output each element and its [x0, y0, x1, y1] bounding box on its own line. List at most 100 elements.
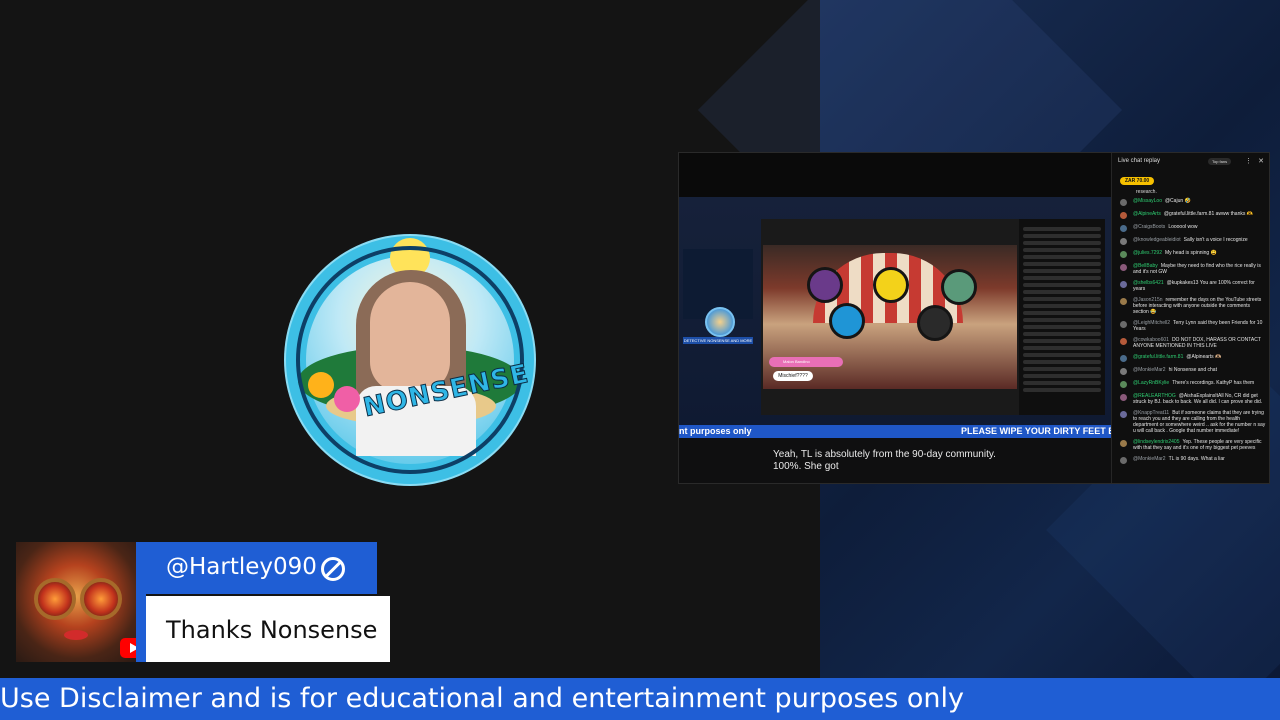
chat-message-body: @REALEARTHOG @AishaExplainsItAll No, CR d… — [1133, 393, 1266, 405]
guest-avatar — [829, 303, 865, 339]
chat-message: @knowledgeableidiot Sally isn't a voice I… — [1120, 237, 1266, 245]
chat-avatar[interactable] — [1120, 411, 1127, 418]
chat-message-body: @grateful.little.farm.81 @Alpinearts 🫶🏼 — [1133, 354, 1221, 360]
comment-message: Thanks Nonsense — [166, 616, 378, 644]
chat-avatar[interactable] — [1120, 457, 1127, 464]
detective-avatar — [705, 307, 735, 337]
chat-text: Sally isn't a voice I recognize — [1183, 237, 1248, 243]
chat-message: @REALEARTHOG @AishaExplainsItAll No, CR d… — [1120, 393, 1266, 405]
guest-avatar — [873, 267, 909, 303]
detective-label: DETECTIVE NONSENSE AND MORE — [683, 337, 753, 344]
speaker-text-bubble: Mischief???? — [773, 371, 813, 381]
chat-author[interactable]: @CraigsBoots — [1133, 224, 1165, 230]
chat-title[interactable]: Live chat replay — [1118, 158, 1208, 164]
chat-message: @AlpineArts @grateful.little.farm.81 awww… — [1120, 211, 1266, 219]
logo-ring — [296, 246, 524, 474]
ban-icon — [321, 557, 345, 581]
chat-message-body: @julies.7292 My head is spinning 😩 — [1133, 250, 1217, 256]
chat-message-body: @knowledgeableidiot Sally isn't a voice I… — [1133, 237, 1248, 243]
chat-message: @LazyRnBKylie There's recordings. KathyP … — [1120, 380, 1266, 388]
video-top-bar — [679, 153, 1111, 197]
chat-message: @MonkieMar2 hi Nonsense and chat — [1120, 367, 1266, 375]
chat-message: @shelbs6421 @kupkakes13 You are 100% corr… — [1120, 280, 1266, 292]
chat-avatar[interactable] — [1120, 238, 1127, 245]
comment-message-box: Thanks Nonsense — [146, 596, 390, 662]
inner-stream: Malon Bandino Mischief???? — [761, 219, 1105, 415]
chat-avatar[interactable] — [1120, 251, 1127, 258]
chat-author[interactable]: @MissayLoo — [1133, 198, 1162, 204]
chat-avatar[interactable] — [1120, 355, 1127, 362]
chat-message: @CraigsBoots Loooool wow — [1120, 224, 1266, 232]
chat-text: My head is spinning 😩 — [1164, 250, 1217, 256]
chat-text: There's recordings. KathyP has them — [1172, 380, 1255, 386]
chat-avatar[interactable] — [1120, 368, 1127, 375]
chat-avatar[interactable] — [1120, 225, 1127, 232]
more-icon[interactable]: ⋮ — [1245, 157, 1252, 165]
chat-message-body: @KnappTreat11 But if someone claims that … — [1133, 410, 1266, 434]
chat-message: @grateful.little.farm.81 @Alpinearts 🫶🏼 — [1120, 354, 1266, 362]
super-chat-badge[interactable]: ZAR 70.00 — [1120, 177, 1155, 185]
chat-message-body: @MonkieMar2 TL is 90 days. What a liar — [1133, 456, 1225, 462]
chat-avatar[interactable] — [1120, 212, 1127, 219]
chat-author[interactable]: @knowledgeableidiot — [1133, 237, 1181, 243]
chat-author[interactable]: @grateful.little.farm.81 — [1133, 354, 1183, 360]
goggle-left — [34, 578, 76, 620]
chat-text: @grateful.little.farm.81 awww thanks 🫶 — [1163, 211, 1253, 217]
chat-message-list: @MissayLoo @Cajun 🤣 @AlpineArts @grateful.l… — [1112, 198, 1269, 464]
chat-avatar[interactable] — [1120, 199, 1127, 206]
chat-message-body: @LazyRnBKylie There's recordings. KathyP … — [1133, 380, 1254, 386]
chat-author[interactable]: @julies.7292 — [1133, 250, 1162, 256]
chat-author[interactable]: @MonkieMar2 — [1133, 456, 1166, 462]
chat-author[interactable]: @MonkieMar2 — [1133, 367, 1166, 373]
chat-author[interactable]: @AlpineArts — [1133, 211, 1161, 217]
chat-message: @MonkieMar2 TL is 90 days. What a liar — [1120, 456, 1266, 464]
chat-message-body: @cowkaboo601 DO NOT DOX, HARASS OR CONTAC… — [1133, 337, 1266, 349]
video-caption: Yeah, TL is absolutely from the 90-day c… — [773, 449, 996, 472]
video-ticker-right: PLEASE WIPE YOUR DIRTY FEET BE — [961, 426, 1111, 436]
close-icon[interactable]: ✕ — [1258, 157, 1264, 165]
commenter-handle: @Hartley090 — [166, 554, 317, 580]
commenter-handle-box: @Hartley090 — [136, 542, 377, 594]
chat-text: Loooool wow — [1168, 224, 1198, 230]
chat-text: TL is 90 days. What a liar — [1168, 456, 1225, 462]
chat-message-body: @Jason215n remember the days on the YouTu… — [1133, 297, 1266, 315]
bottom-ticker: Use Disclaimer and is for educational an… — [0, 678, 1280, 720]
chat-message-fragment: research. — [1136, 189, 1157, 195]
chat-message-body: @AlpineArts @grateful.little.farm.81 awww… — [1133, 211, 1253, 217]
chat-message-body: @MissayLoo @Cajun 🤣 — [1133, 198, 1191, 204]
chat-message-body: @shelbs6421 @kupkakes13 You are 100% corr… — [1133, 280, 1266, 292]
channel-logo: NONSENSE — [286, 236, 534, 484]
inner-chat-panel — [1019, 219, 1105, 415]
chat-text: @Alpinearts 🫶🏼 — [1186, 354, 1222, 360]
commenter-avatar — [16, 542, 136, 662]
chat-avatar[interactable] — [1120, 440, 1127, 447]
youtube-icon — [120, 638, 136, 658]
chat-avatar[interactable] — [1120, 338, 1127, 345]
chat-message-body: @BellBaby Maybe they need to find who the… — [1133, 263, 1266, 275]
chat-avatar[interactable] — [1120, 281, 1127, 288]
avatar-lips — [64, 630, 88, 640]
ticker-text: Use Disclaimer and is for educational an… — [0, 683, 964, 714]
chat-avatar[interactable] — [1120, 394, 1127, 401]
chat-author[interactable]: @LazyRnBKylie — [1133, 380, 1169, 386]
live-chat-panel[interactable]: Live chat replay Top fans ⋮ ✕ ZAR 70.00 … — [1111, 153, 1269, 483]
top-fans-button[interactable]: Top fans — [1208, 157, 1232, 165]
chat-message: @MissayLoo @Cajun 🤣 — [1120, 198, 1266, 206]
chat-message: @LeighMitchell2 Terry Lynn said they been… — [1120, 320, 1266, 332]
chat-avatar[interactable] — [1120, 264, 1127, 271]
embedded-video[interactable]: DETECTIVE NONSENSE AND MORE Malon Bandin… — [678, 152, 1270, 484]
chat-message: @BellBaby Maybe they need to find who the… — [1120, 263, 1266, 275]
goggle-right — [80, 578, 122, 620]
guest-avatar — [941, 269, 977, 305]
chat-avatar[interactable] — [1120, 381, 1127, 388]
chat-message-body: @LeighMitchell2 Terry Lynn said they been… — [1133, 320, 1266, 332]
chat-text: @Cajun 🤣 — [1164, 198, 1191, 204]
speaker-name-bubble: Malon Bandino — [769, 357, 843, 367]
chat-avatar[interactable] — [1120, 321, 1127, 328]
chat-avatar[interactable] — [1120, 298, 1127, 305]
chat-message: @KnappTreat11 But if someone claims that … — [1120, 410, 1266, 434]
chat-message: @cowkaboo601 DO NOT DOX, HARASS OR CONTAC… — [1120, 337, 1266, 349]
chat-message: @Jason215n remember the days on the YouTu… — [1120, 297, 1266, 315]
video-ticker: nt purposes only PLEASE WIPE YOUR DIRTY … — [679, 425, 1111, 438]
chat-text: hi Nonsense and chat — [1168, 367, 1217, 373]
